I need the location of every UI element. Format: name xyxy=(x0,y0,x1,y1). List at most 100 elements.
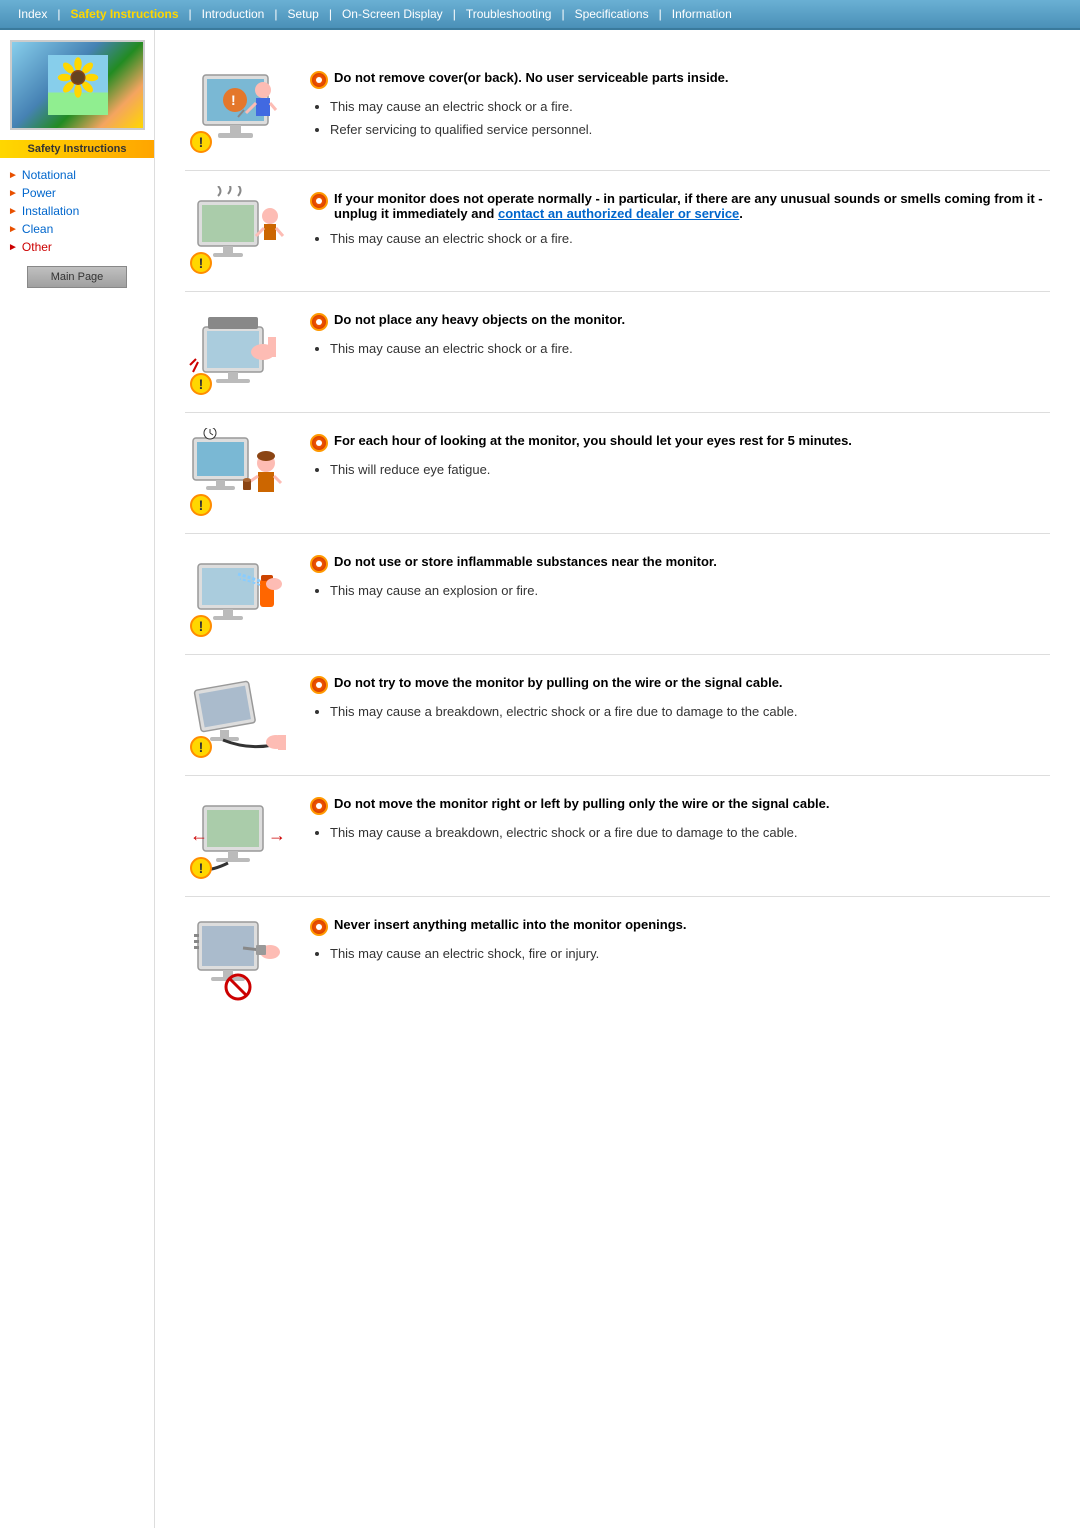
nav-info[interactable]: Information xyxy=(664,4,740,24)
item-header-2: If your monitor does not operate normall… xyxy=(310,191,1050,221)
item-header-7: Do not move the monitor right or left by… xyxy=(310,796,1050,815)
item-bullets-3: This may cause an electric shock or a fi… xyxy=(310,339,1050,360)
sidebar-item-installation[interactable]: ► Installation xyxy=(8,202,146,220)
metallic-insert-icon xyxy=(188,912,288,1002)
item-bullets-6: This may cause a breakdown, electric sho… xyxy=(310,702,1050,723)
sidebar-item-other[interactable]: ► Other xyxy=(8,238,146,256)
svg-text:!: ! xyxy=(231,92,236,108)
nav-index[interactable]: Index xyxy=(10,4,55,24)
item-bullets-2: This may cause an electric shock or a fi… xyxy=(310,229,1050,250)
warning-icon-8 xyxy=(310,918,328,936)
nav-sep-1: | xyxy=(55,7,62,21)
warning-icon-6 xyxy=(310,676,328,694)
main-page-button[interactable]: Main Page xyxy=(27,266,127,288)
nav-sep-6: | xyxy=(559,7,566,21)
nav-sep-5: | xyxy=(451,7,458,21)
dealer-link[interactable]: contact an authorized dealer or service xyxy=(498,206,739,221)
nav-sep-2: | xyxy=(187,7,194,21)
arrow-icon: ► xyxy=(8,242,18,253)
bullet-4-1: This will reduce eye fatigue. xyxy=(330,460,1050,481)
item-header-6: Do not try to move the monitor by pullin… xyxy=(310,675,1050,694)
item-title-7: Do not move the monitor right or left by… xyxy=(334,796,829,811)
item-title-8: Never insert anything metallic into the … xyxy=(334,917,687,932)
sidebar-banner xyxy=(10,40,145,130)
arrow-icon: ► xyxy=(8,206,18,217)
item-image-1: ! ! xyxy=(185,65,290,155)
item-header-4: For each hour of looking at the monitor,… xyxy=(310,433,1050,452)
nav-osd[interactable]: On-Screen Display xyxy=(334,4,451,24)
sidebar-item-power[interactable]: ► Power xyxy=(8,184,146,202)
bullet-7-1: This may cause a breakdown, electric sho… xyxy=(330,823,1050,844)
warning-icon-7 xyxy=(310,797,328,815)
bullet-2-1: This may cause an electric shock or a fi… xyxy=(330,229,1050,250)
main-content: ! ! Do not remove cover(or back). No use… xyxy=(155,30,1080,1528)
item-text-8: Never insert anything metallic into the … xyxy=(310,912,1050,967)
item-title-5: Do not use or store inflammable substanc… xyxy=(334,554,717,569)
svg-text:←: ← xyxy=(190,825,208,845)
item-image-6: ! xyxy=(185,670,290,760)
nav-sep-3: | xyxy=(272,7,279,21)
navbar: Index | Safety Instructions | Introducti… xyxy=(0,0,1080,30)
main-layout: Safety Instructions ► Notational ► Power… xyxy=(0,30,1080,1528)
exclaim-badge-4: ! xyxy=(190,494,212,516)
item-bullets-5: This may cause an explosion or fire. xyxy=(310,581,1050,602)
item-image-8 xyxy=(185,912,290,1002)
arrow-icon: ► xyxy=(8,170,18,181)
sidebar-title: Safety Instructions xyxy=(0,140,154,158)
exclaim-badge-1: ! xyxy=(190,131,212,153)
safety-item-7: ← → ! Do not move the monitor right or l… xyxy=(185,776,1050,897)
svg-text:→: → xyxy=(268,825,286,845)
bullet-3-1: This may cause an electric shock or a fi… xyxy=(330,339,1050,360)
item-bullets-1: This may cause an electric shock or a fi… xyxy=(310,97,1050,141)
item-text-2: If your monitor does not operate normall… xyxy=(310,186,1050,252)
nav-troubleshoot[interactable]: Troubleshooting xyxy=(458,4,560,24)
item-image-5: ! xyxy=(185,549,290,639)
nav-intro[interactable]: Introduction xyxy=(194,4,273,24)
safety-item-2: ! If your monitor does not operate norma… xyxy=(185,171,1050,292)
item-header-5: Do not use or store inflammable substanc… xyxy=(310,554,1050,573)
safety-item-4: ! For each hour of looking at the monito… xyxy=(185,413,1050,534)
item-header-1: Do not remove cover(or back). No user se… xyxy=(310,70,1050,89)
item-bullets-8: This may cause an electric shock, fire o… xyxy=(310,944,1050,965)
safety-item-3: ! Do not place any heavy objects on the … xyxy=(185,292,1050,413)
sidebar-link-clean[interactable]: Clean xyxy=(22,222,53,236)
item-image-4: ! xyxy=(185,428,290,518)
item-text-1: Do not remove cover(or back). No user se… xyxy=(310,65,1050,143)
warning-icon-2 xyxy=(310,192,328,210)
item-text-3: Do not place any heavy objects on the mo… xyxy=(310,307,1050,362)
sidebar-link-power[interactable]: Power xyxy=(22,186,56,200)
exclaim-badge-6: ! xyxy=(190,736,212,758)
item-title-1: Do not remove cover(or back). No user se… xyxy=(334,70,728,85)
warning-icon-4 xyxy=(310,434,328,452)
sidebar-link-other[interactable]: Other xyxy=(22,240,52,254)
sidebar: Safety Instructions ► Notational ► Power… xyxy=(0,30,155,1528)
bullet-1-2: Refer servicing to qualified service per… xyxy=(330,120,1050,141)
bullet-5-1: This may cause an explosion or fire. xyxy=(330,581,1050,602)
safety-item-1: ! ! Do not remove cover(or back). No use… xyxy=(185,50,1050,171)
item-image-7: ← → ! xyxy=(185,791,290,881)
exclaim-badge-2: ! xyxy=(190,252,212,274)
nav-safety[interactable]: Safety Instructions xyxy=(62,4,186,24)
item-image-3: ! xyxy=(185,307,290,397)
nav-specs[interactable]: Specifications xyxy=(567,4,657,24)
sidebar-link-notational[interactable]: Notational xyxy=(22,168,76,182)
item-title-2: If your monitor does not operate normall… xyxy=(334,191,1050,221)
nav-sep-4: | xyxy=(327,7,334,21)
exclaim-badge-3: ! xyxy=(190,373,212,395)
nav-sep-7: | xyxy=(657,7,664,21)
sidebar-link-installation[interactable]: Installation xyxy=(22,204,79,218)
arrow-icon: ► xyxy=(8,224,18,235)
item-text-7: Do not move the monitor right or left by… xyxy=(310,791,1050,846)
item-title-3: Do not place any heavy objects on the mo… xyxy=(334,312,625,327)
item-image-2: ! xyxy=(185,186,290,276)
warning-icon-1 xyxy=(310,71,328,89)
item-title-6: Do not try to move the monitor by pullin… xyxy=(334,675,783,690)
sidebar-item-clean[interactable]: ► Clean xyxy=(8,220,146,238)
safety-item-6: ! Do not try to move the monitor by pull… xyxy=(185,655,1050,776)
bullet-6-1: This may cause a breakdown, electric sho… xyxy=(330,702,1050,723)
item-text-6: Do not try to move the monitor by pullin… xyxy=(310,670,1050,725)
safety-item-5: ! Do not use or store inflammable substa… xyxy=(185,534,1050,655)
bullet-8-1: This may cause an electric shock, fire o… xyxy=(330,944,1050,965)
sidebar-item-notational[interactable]: ► Notational xyxy=(8,166,146,184)
nav-setup[interactable]: Setup xyxy=(279,4,326,24)
